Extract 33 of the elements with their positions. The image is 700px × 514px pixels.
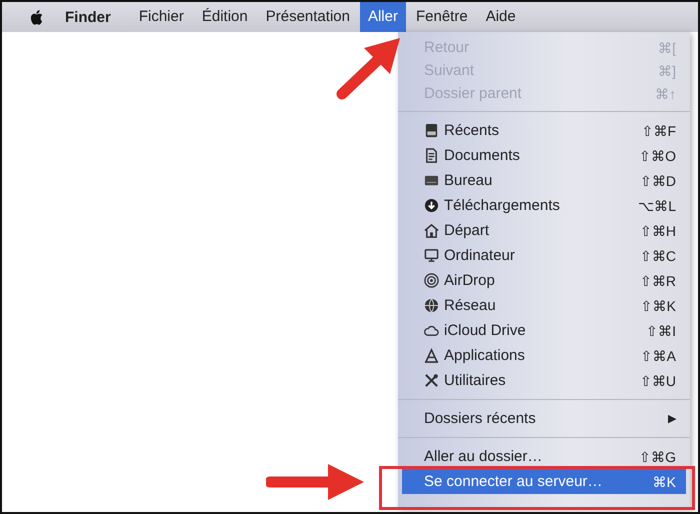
menu-item[interactable]: Bureau ⇧⌘D: [398, 168, 690, 193]
menu-item[interactable]: Téléchargements ⌥⌘L: [398, 193, 690, 218]
menu-item[interactable]: Applications ⇧⌘A: [398, 343, 690, 368]
globe-icon: [424, 298, 439, 313]
menu-bar-item[interactable]: Édition: [194, 2, 256, 32]
house-icon: [424, 223, 439, 238]
desktop-icon: [424, 173, 439, 188]
menu-bar-item[interactable]: Fenêtre: [408, 2, 476, 32]
menu-item[interactable]: Documents ⇧⌘O: [398, 143, 690, 168]
menu-item[interactable]: Ordinateur ⇧⌘C: [398, 243, 690, 268]
apple-logo-icon[interactable]: [30, 10, 43, 24]
menu-bar-item[interactable]: Présentation: [258, 2, 358, 32]
menu-item[interactable]: Récents ⇧⌘F: [398, 118, 690, 143]
menu-bar-item[interactable]: Aller: [360, 2, 406, 32]
menu-item[interactable]: Départ ⇧⌘H: [398, 218, 690, 243]
cloud-icon: [424, 323, 439, 338]
menu-item[interactable]: Réseau ⇧⌘K: [398, 293, 690, 318]
letter-a-icon: [424, 348, 439, 363]
menu-item[interactable]: Se connecter au serveur… ⌘K: [402, 469, 686, 494]
menu-item[interactable]: Aller au dossier… ⇧⌘G: [398, 444, 690, 469]
menu-bar-item[interactable]: Aide: [478, 2, 524, 32]
drawer-icon: [424, 123, 439, 138]
app-name[interactable]: Finder: [65, 8, 111, 26]
tools-icon: [424, 373, 439, 388]
menu-item[interactable]: iCloud Drive ⇧⌘I: [398, 318, 690, 343]
menu-item[interactable]: Utilitaires ⇧⌘U: [398, 368, 690, 393]
monitor-icon: [424, 248, 439, 263]
menu-item[interactable]: Dossiers récents ▶: [398, 406, 690, 431]
menu-item[interactable]: AirDrop ⇧⌘R: [398, 268, 690, 293]
airdrop-icon: [424, 273, 439, 288]
download-icon: [424, 198, 439, 213]
menu-bar-item[interactable]: Fichier: [130, 2, 192, 32]
document-icon: [424, 148, 439, 163]
